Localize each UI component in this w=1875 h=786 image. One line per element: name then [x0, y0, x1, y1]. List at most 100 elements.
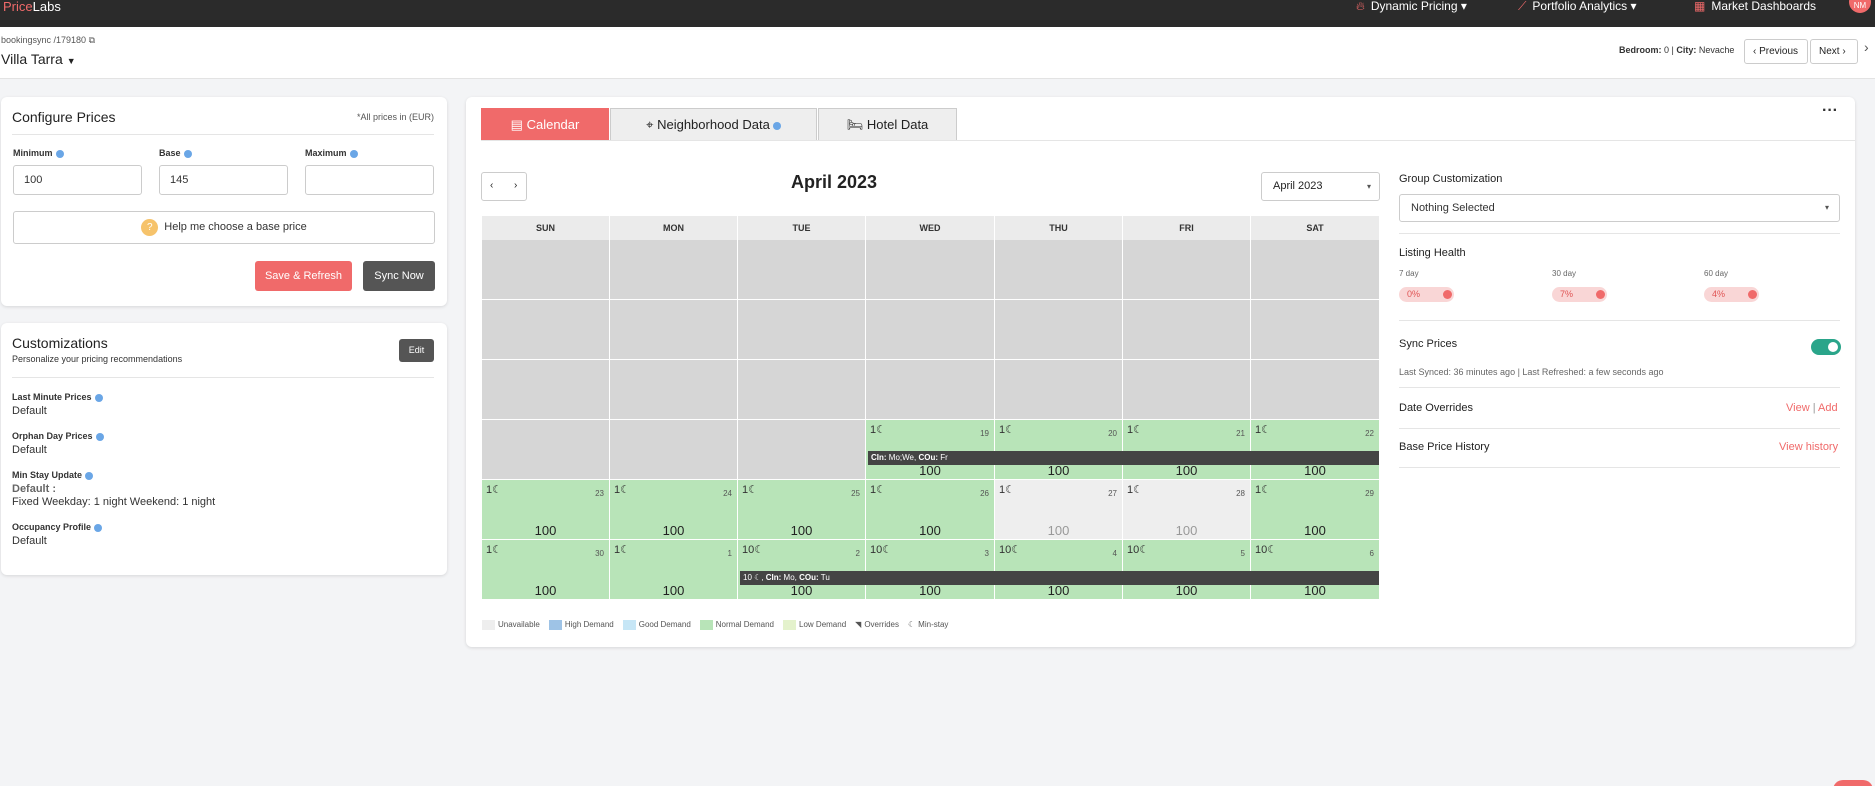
calendar-day[interactable]: 1☾ 25 100 — [738, 480, 866, 540]
info-icon[interactable] — [85, 471, 94, 480]
customizations-card: Customizations Personalize your pricing … — [1, 323, 447, 575]
view-overrides-link[interactable]: View — [1786, 402, 1810, 414]
info-icon[interactable] — [55, 149, 64, 158]
close-panel-icon[interactable]: › — [1864, 39, 1869, 55]
calendar-day[interactable]: 10☾ 5 100 — [1123, 540, 1251, 600]
calendar-nav: ‹ › — [481, 172, 527, 201]
add-override-link[interactable]: Add — [1818, 402, 1838, 414]
edit-customizations-button[interactable]: Edit — [399, 339, 434, 362]
checkin-checkout-band[interactable]: 10 ☾, CIn: Mo, COu: Tu — [740, 571, 1379, 585]
min-stay-icon: 1☾ — [1127, 424, 1143, 436]
save-refresh-button[interactable]: Save & Refresh — [255, 261, 352, 291]
nav-market-dashboards[interactable]: ▦ Market Dashboards — [1694, 0, 1816, 13]
occupancy-profile-value: Default — [12, 535, 47, 547]
chevron-left-icon: ‹ — [1753, 46, 1757, 57]
calendar-day[interactable]: 1☾ 23 100 — [482, 480, 610, 540]
day-number: 21 — [1236, 429, 1245, 438]
dashboard-icon: ▦ — [1694, 0, 1706, 13]
info-icon[interactable] — [94, 523, 103, 532]
status-dot-icon — [1443, 290, 1452, 299]
more-options-icon[interactable]: ··· — [1822, 102, 1838, 120]
nav-dynamic-pricing[interactable]: 🔥︎ Dynamic Pricing ▾ — [1356, 0, 1467, 13]
calendar-day-empty — [610, 300, 738, 360]
day-price: 100 — [1047, 463, 1070, 478]
info-icon[interactable] — [349, 149, 358, 158]
next-button[interactable]: Next › — [1810, 39, 1858, 64]
calendar-day-empty — [866, 240, 995, 300]
info-icon[interactable] — [183, 149, 192, 158]
calendar-day[interactable]: 10☾ 6 100 — [1251, 540, 1380, 600]
calendar-grid: SUN MON TUE WED THU FRI SAT 1☾ 19 100 1☾ 20 100 1☾ 21 1… — [482, 216, 1380, 602]
day-price: 100 — [919, 523, 941, 538]
calendar-day-empty — [482, 240, 610, 300]
calendar-day[interactable]: 10☾ 2 100 — [738, 540, 866, 600]
min-stay-icon: 10☾ — [742, 544, 765, 556]
calendar-day[interactable]: 10☾ 4 100 — [995, 540, 1123, 600]
chevron-left-icon[interactable]: ‹ — [490, 180, 493, 191]
tab-hotel-data[interactable]: 🛏︎ Hotel Data — [818, 108, 957, 140]
min-stay-update-value: Default : — [12, 483, 56, 495]
calendar-day[interactable]: 1☾ 21 100 — [1123, 420, 1251, 480]
calendar-day[interactable]: 10☾ 3 100 — [866, 540, 995, 600]
divider — [1399, 428, 1840, 429]
tab-neighborhood-data[interactable]: ⌖ Neighborhood Data — [610, 108, 817, 140]
chevron-right-icon[interactable]: › — [514, 180, 517, 191]
calendar-day-empty — [1123, 240, 1251, 300]
minimum-price-input[interactable]: 100 — [13, 165, 142, 195]
calendar-day-empty — [482, 420, 610, 480]
group-customization-select[interactable]: Nothing Selected ▾ — [1399, 194, 1840, 222]
previous-button[interactable]: ‹ Previous — [1744, 39, 1808, 64]
user-avatar[interactable]: NM — [1849, 0, 1871, 13]
sync-now-button[interactable]: Sync Now — [363, 261, 435, 291]
pricelabs-logo[interactable]: PriceLabs — [3, 0, 61, 14]
date-overrides-actions: View | Add — [1786, 402, 1838, 414]
calendar-day[interactable]: 1☾ 20 100 — [995, 420, 1123, 480]
calendar-day[interactable]: 1☾ 24 100 — [610, 480, 738, 540]
maximum-price-input[interactable] — [305, 165, 434, 195]
base-label: Base — [159, 148, 192, 158]
view-history-link[interactable]: View history — [1779, 441, 1838, 453]
calendar-day[interactable]: 1☾ 26 100 — [866, 480, 995, 540]
property-selector[interactable]: Villa Tarra ▼ — [1, 51, 76, 67]
chat-widget-button[interactable] — [1833, 780, 1873, 786]
calendar-day-empty — [866, 300, 995, 360]
calendar-day[interactable]: 1☾ 28 100 — [1123, 480, 1251, 540]
location-pin-icon: ⌖ — [646, 117, 654, 132]
calendar-day[interactable]: 1☾ 29 100 — [1251, 480, 1380, 540]
breadcrumb[interactable]: bookingsync /179180 ⧉ — [1, 35, 95, 46]
nav-portfolio-analytics[interactable]: ⟋ Portfolio Analytics ▾ — [1518, 0, 1637, 13]
calendar-day-empty — [610, 420, 738, 480]
calendar-day[interactable]: 1☾ 22 100 — [1251, 420, 1380, 480]
help-choose-base-price-button[interactable]: ? Help me choose a base price — [13, 211, 435, 244]
last-minute-prices-label: Last Minute Prices — [12, 392, 103, 402]
external-link-icon[interactable]: ⧉ — [89, 35, 95, 45]
divider — [1399, 320, 1840, 321]
day-number: 19 — [980, 429, 989, 438]
min-stay-icon: 1☾ — [999, 424, 1015, 436]
sync-prices-toggle[interactable] — [1811, 339, 1841, 355]
day-number: 23 — [595, 489, 604, 498]
listing-health-label: Listing Health — [1399, 247, 1466, 259]
trend-icon: ⟋ — [1518, 0, 1527, 13]
configure-prices-title: Configure Prices — [12, 109, 116, 125]
flame-icon: 🔥︎ — [1356, 0, 1365, 13]
calendar-day[interactable]: 1☾ 1 100 — [610, 540, 738, 600]
checkin-checkout-band[interactable]: CIn: Mo;We, COu: Fr — [868, 451, 1379, 465]
month-select[interactable]: April 2023 ▾ — [1261, 172, 1380, 201]
info-icon[interactable] — [94, 393, 103, 402]
divider — [1399, 467, 1840, 468]
calendar-day[interactable]: 1☾ 27 100 — [995, 480, 1123, 540]
min-stay-icon: 10☾ — [999, 544, 1022, 556]
day-price: 100 — [662, 583, 685, 598]
min-stay-icon: 1☾ — [870, 484, 886, 496]
listing-meta: Bedroom: 0 | City: Nevache — [1619, 45, 1735, 55]
tab-calendar[interactable]: ▤ Calendar — [481, 108, 609, 140]
info-icon[interactable] — [95, 432, 104, 441]
day-number: 5 — [1240, 549, 1245, 558]
calendar-day[interactable]: 1☾ 30 100 — [482, 540, 610, 600]
day-price: 100 — [662, 523, 685, 538]
legend-item: ◥ Overrides — [855, 620, 899, 630]
base-price-input[interactable]: 145 — [159, 165, 288, 195]
calendar-day[interactable]: 1☾ 19 100 — [866, 420, 995, 480]
day-number: 30 — [595, 549, 604, 558]
